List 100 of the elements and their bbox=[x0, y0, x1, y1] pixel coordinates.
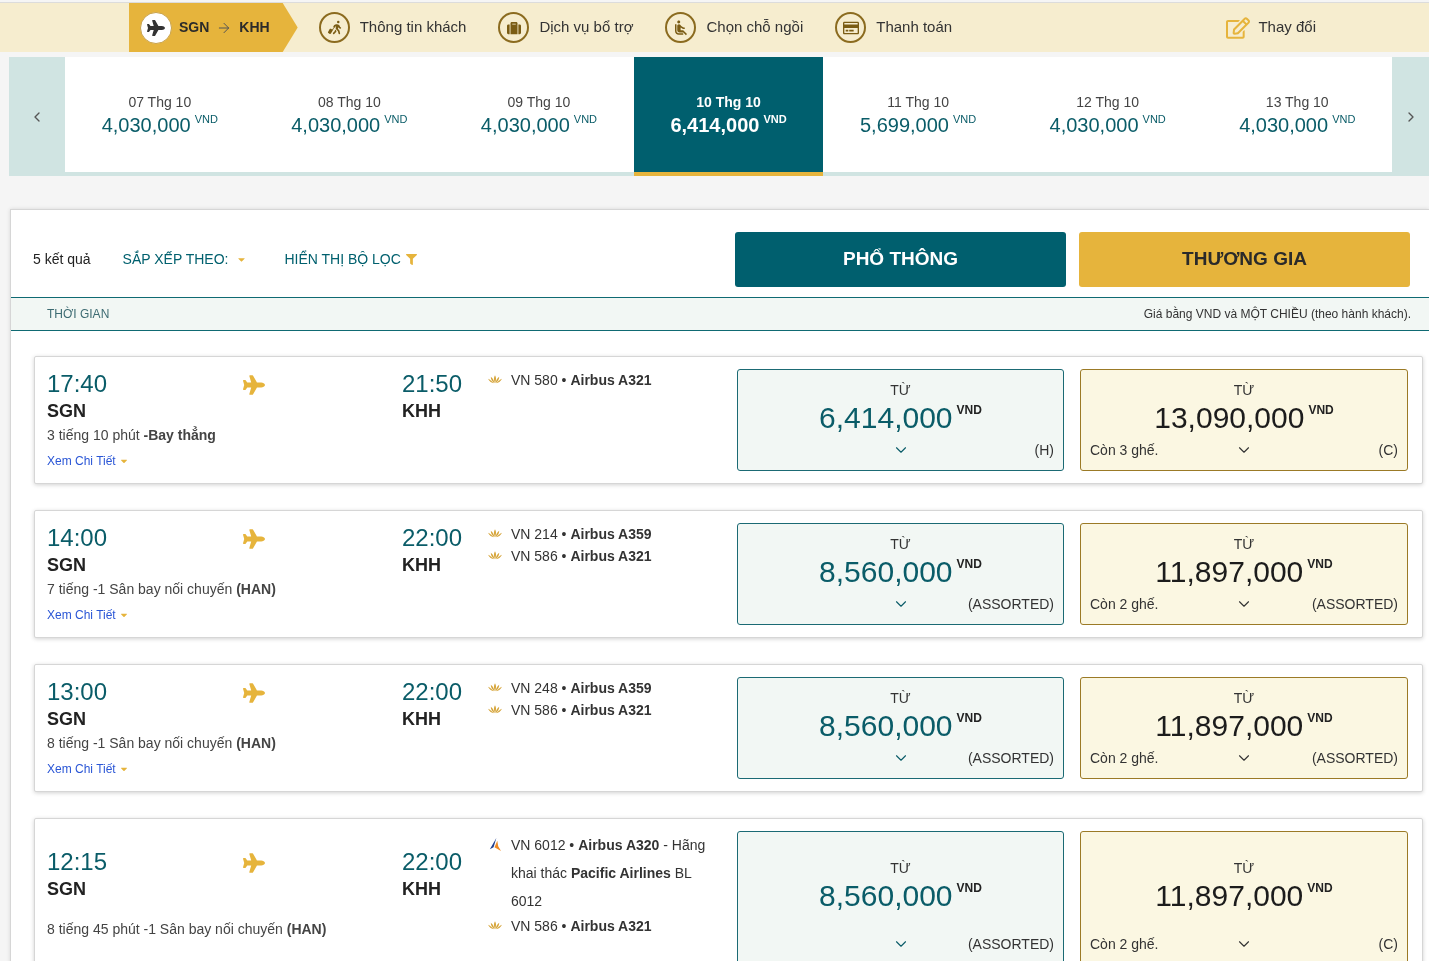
column-header: THỜI GIAN bbox=[47, 305, 110, 323]
fare-class: (C) bbox=[1378, 934, 1398, 954]
arrival-airport: KHH bbox=[402, 554, 441, 577]
currency-label: VND bbox=[956, 402, 982, 418]
cabin-tab[interactable]: PHỔ THÔNG bbox=[735, 232, 1066, 287]
plane-icon bbox=[243, 682, 265, 704]
filter-button[interactable]: HIỂN THỊ BỘ LỌC bbox=[284, 249, 417, 270]
currency-label: VND bbox=[1307, 880, 1333, 896]
arrival-airport: KHH bbox=[402, 400, 441, 423]
departure-time: 17:40 bbox=[47, 369, 108, 399]
currency-label: VND bbox=[763, 111, 787, 126]
step-tab[interactable]: Thông tin khách bbox=[318, 3, 478, 52]
fare-class: (ASSORTED) bbox=[967, 748, 1054, 768]
details-link[interactable]: Xem Chi Tiết bbox=[47, 453, 129, 469]
plane-icon bbox=[243, 852, 265, 874]
from-label: TỪ bbox=[1233, 689, 1255, 708]
fare-class: (C) bbox=[1378, 440, 1398, 460]
arrival-time: 21:50 bbox=[402, 369, 463, 399]
tab-price: 4,030,000 bbox=[291, 112, 381, 138]
tab-date: 08 Thg 10 bbox=[317, 92, 381, 112]
route-step[interactable]: SGN KHH bbox=[129, 3, 298, 52]
fare-price: 11,897,000 bbox=[1155, 554, 1304, 590]
details-link[interactable]: Xem Chi Tiết bbox=[47, 607, 129, 623]
tab-date: 10 Thg 10 bbox=[696, 92, 761, 112]
fare-class: (ASSORTED) bbox=[1311, 594, 1398, 614]
credit-card-icon bbox=[835, 12, 867, 43]
step-tab[interactable]: Chọn chỗ ngồi bbox=[665, 3, 815, 52]
step-tab[interactable]: Thanh toán bbox=[835, 3, 964, 52]
tab-price: 4,030,000 bbox=[1049, 112, 1139, 138]
sort-button[interactable]: SẮP XẾP THEO: bbox=[122, 249, 248, 270]
swoosh-icon bbox=[488, 838, 501, 851]
fare-price: 11,897,000 bbox=[1155, 878, 1304, 914]
segment-label: VN 586 • Airbus A321 bbox=[511, 917, 652, 936]
currency-label: VND bbox=[956, 710, 982, 726]
details-link[interactable]: Xem Chi Tiết bbox=[47, 761, 129, 777]
currency-label: VND bbox=[194, 111, 218, 126]
fare-price: 8,560,000 bbox=[819, 554, 953, 590]
currency-label: VND bbox=[956, 556, 982, 572]
lotus-icon bbox=[488, 551, 502, 560]
from-label: TỪ bbox=[1233, 535, 1255, 554]
plane-icon bbox=[243, 374, 265, 396]
arrival-time: 22:00 bbox=[402, 523, 463, 553]
plane-icon bbox=[140, 11, 172, 44]
arrival-time: 22:00 bbox=[402, 847, 463, 877]
segment-label: VN 248 • Airbus A359 bbox=[511, 679, 652, 698]
change-link[interactable]: Thay đổi bbox=[1226, 15, 1316, 40]
tab-date: 11 Thg 10 bbox=[887, 92, 949, 112]
plane-icon bbox=[243, 528, 265, 550]
from-label: TỪ bbox=[1233, 381, 1255, 400]
from-label: TỪ bbox=[890, 381, 911, 400]
fare-price: 11,897,000 bbox=[1155, 708, 1304, 744]
departure-airport: SGN bbox=[47, 554, 86, 577]
departure-time: 12:15 bbox=[47, 847, 108, 877]
departure-airport: SGN bbox=[47, 878, 86, 901]
cabin-tab[interactable]: THƯƠNG GIA bbox=[1079, 232, 1410, 287]
departure-time: 13:00 bbox=[47, 677, 108, 707]
lotus-icon bbox=[488, 705, 502, 714]
tab-date: 12 Thg 10 bbox=[1076, 92, 1140, 112]
departure-airport: SGN bbox=[47, 708, 86, 731]
currency-label: VND bbox=[1142, 111, 1166, 126]
tab-price: 4,030,000 bbox=[101, 112, 191, 138]
segment-label: VN 214 • Airbus A359 bbox=[511, 525, 652, 544]
duration-text: 8 tiếng -1 Sân bay nối chuyến (HAN) bbox=[47, 734, 276, 753]
step-tab[interactable]: Dịch vụ bổ trợ bbox=[498, 3, 645, 52]
from-label: TỪ bbox=[890, 689, 911, 708]
lotus-icon bbox=[488, 375, 502, 384]
seats-left: Còn 3 ghế. bbox=[1090, 440, 1159, 460]
currency-label: VND bbox=[1307, 710, 1333, 726]
from-label: TỪ bbox=[890, 859, 911, 878]
from-label: TỪ bbox=[1233, 859, 1255, 878]
seat-icon bbox=[665, 12, 697, 43]
currency-label: VND bbox=[1332, 111, 1356, 126]
currency-label: VND bbox=[384, 111, 408, 126]
seats-left: Còn 2 ghế. bbox=[1090, 934, 1159, 954]
origin-code: SGN bbox=[179, 18, 210, 37]
fare-class: (ASSORTED) bbox=[967, 934, 1054, 954]
arrival-time: 22:00 bbox=[402, 677, 463, 707]
segment-label: VN 580 • Airbus A321 bbox=[511, 371, 652, 390]
lotus-icon bbox=[488, 529, 502, 538]
currency-label: VND bbox=[952, 111, 977, 126]
destination-code: KHH bbox=[239, 18, 270, 37]
fare-class: (ASSORTED) bbox=[1311, 748, 1398, 768]
tab-date: 13 Thg 10 bbox=[1265, 92, 1329, 112]
segment-label: VN 586 • Airbus A321 bbox=[511, 701, 652, 720]
lotus-icon bbox=[488, 683, 502, 692]
from-label: TỪ bbox=[890, 535, 911, 554]
duration-text: 3 tiếng 10 phút -Bay thẳng bbox=[47, 425, 216, 445]
person-luggage-icon bbox=[318, 12, 350, 43]
currency-label: VND bbox=[573, 111, 598, 126]
tab-date: 07 Thg 10 bbox=[128, 92, 192, 112]
arrival-airport: KHH bbox=[402, 878, 441, 901]
fare-class: (H) bbox=[1034, 440, 1054, 460]
duration-text: 8 tiếng 45 phút -1 Sân bay nối chuyến (HAN) bbox=[47, 920, 327, 939]
segment-label: VN 586 • Airbus A321 bbox=[511, 547, 652, 566]
tab-price: 5,699,000 bbox=[860, 112, 949, 138]
fare-price: 13,090,000 bbox=[1154, 400, 1305, 436]
fare-price: 8,560,000 bbox=[819, 878, 953, 914]
tab-price: 4,030,000 bbox=[1239, 112, 1329, 138]
duration-text: 7 tiếng -1 Sân bay nối chuyến (HAN) bbox=[47, 580, 276, 599]
suitcase-icon bbox=[498, 12, 530, 43]
